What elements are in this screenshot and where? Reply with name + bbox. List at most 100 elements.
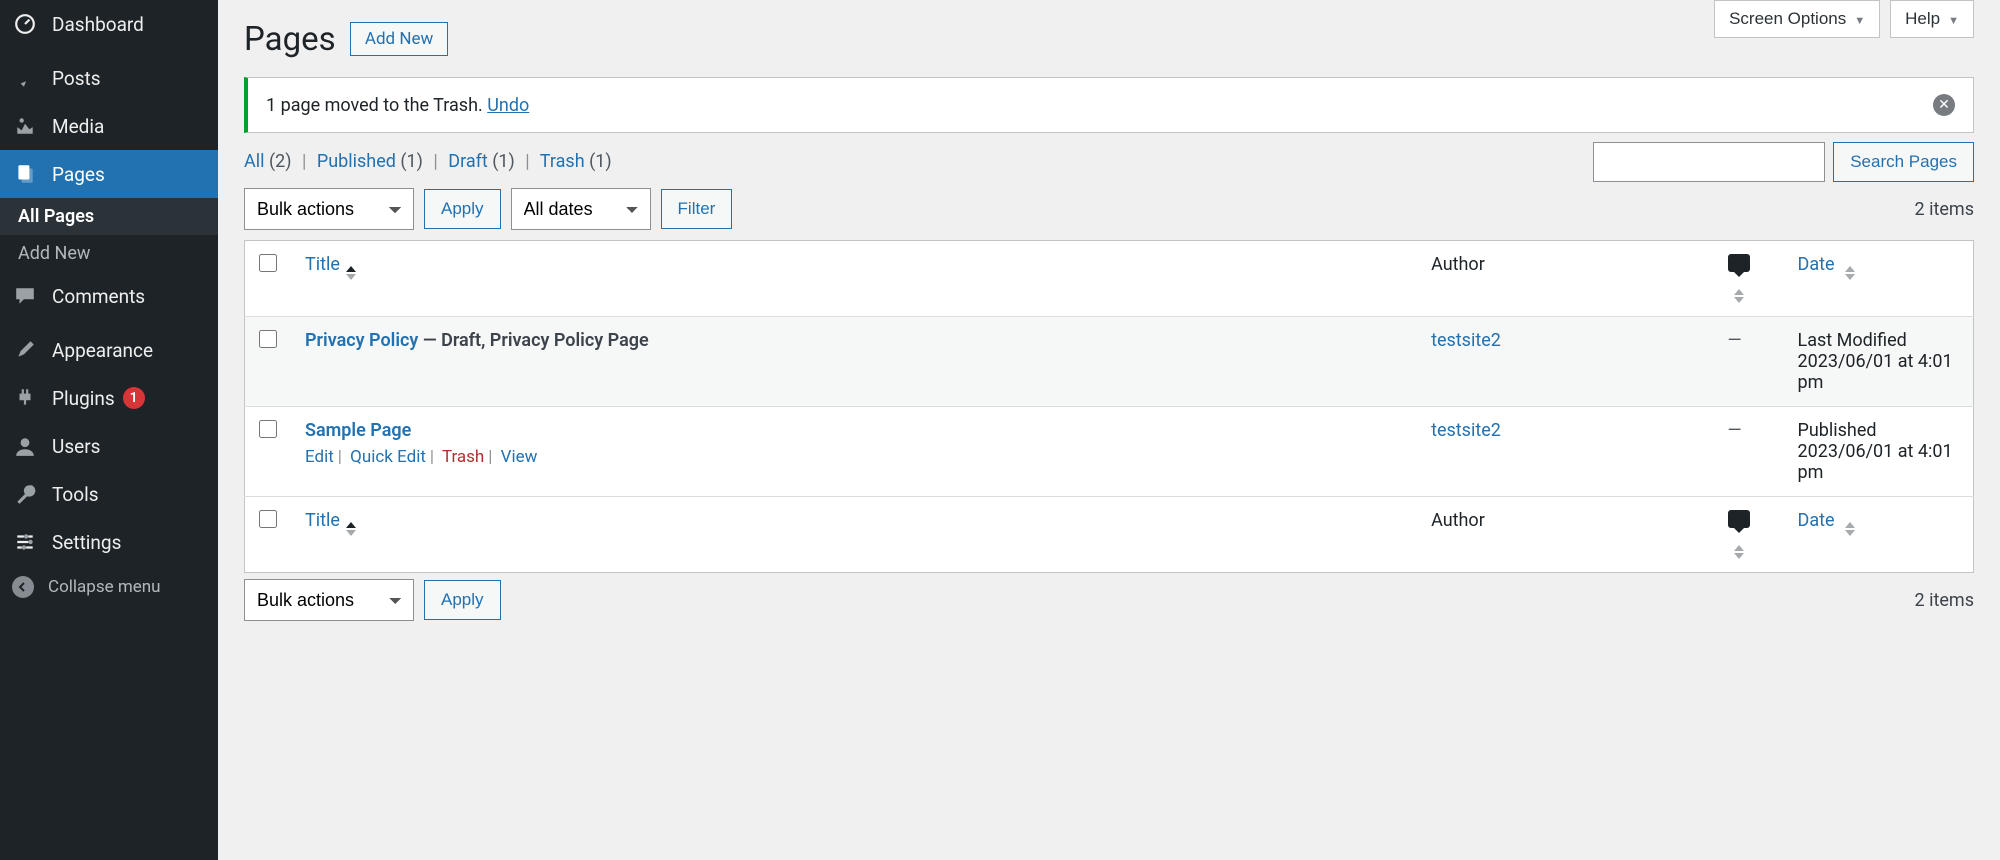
trash-link[interactable]: Trash [442,447,484,467]
search-pages-button[interactable]: Search Pages [1833,142,1974,182]
comment-icon [1728,510,1750,528]
user-icon [12,433,38,459]
sort-icon [346,522,356,536]
chevron-down-icon: ▼ [1854,15,1865,27]
sidebar-label: Posts [52,67,101,90]
filter-all[interactable]: All [244,151,265,172]
collapse-menu[interactable]: Collapse menu [0,566,218,608]
sidebar-item-plugins[interactable]: Plugins 1 [0,374,218,422]
sidebar-label: Dashboard [52,13,144,36]
sidebar-label: Comments [52,285,145,308]
date-filter-select[interactable]: All dates [511,188,651,230]
date-value: 2023/06/01 at 4:01 pm [1798,351,1953,393]
date-label: Published [1798,420,1877,441]
author-link[interactable]: testsite2 [1431,420,1501,441]
quick-edit-link[interactable]: Quick Edit [350,447,426,467]
select-all-checkbox[interactable] [259,254,277,272]
table-row: Privacy Policy — Draft, Privacy Policy P… [245,317,1974,407]
sidebar-label: Media [52,115,104,138]
row-checkbox[interactable] [259,420,277,438]
notice-trash: 1 page moved to the Trash. Undo ✕ [244,77,1974,133]
plugins-badge: 1 [123,387,145,409]
comments-count: — [1728,330,1742,351]
brush-icon [12,337,38,363]
page-state: — Draft, Privacy Policy Page [418,330,648,351]
date-label: Last Modified [1798,330,1907,351]
admin-sidebar: Dashboard Posts Media Pages All Pages Ad… [0,0,218,860]
page-title-link[interactable]: Privacy Policy [305,330,418,351]
collapse-icon [12,576,34,598]
date-value: 2023/06/01 at 4:01 pm [1798,441,1953,483]
col-date[interactable]: Date [1784,497,1974,573]
sidebar-item-tools[interactable]: Tools [0,470,218,518]
sliders-icon [12,529,38,555]
bulk-actions-select[interactable]: Bulk actions [244,188,414,230]
col-author: Author [1417,497,1713,573]
search-input[interactable] [1593,142,1825,182]
edit-link[interactable]: Edit [305,447,334,467]
dismiss-notice-icon[interactable]: ✕ [1933,94,1955,116]
comment-icon [1728,254,1750,272]
view-link[interactable]: View [501,447,538,467]
sidebar-sub-all-pages[interactable]: All Pages [0,198,218,235]
screen-options-button[interactable]: Screen Options▼ [1714,0,1880,38]
main-content: Screen Options▼ Help▼ Pages Add New 1 pa… [218,0,2000,860]
pin-icon [12,65,38,91]
sidebar-item-appearance[interactable]: Appearance [0,326,218,374]
sidebar-sub-add-new[interactable]: Add New [0,235,218,272]
item-count: 2 items [1915,199,1974,220]
sidebar-label: Users [52,435,100,458]
sort-icon [1845,522,1855,536]
table-row: Sample Page Edit| Quick Edit| Trash| Vie… [245,407,1974,497]
select-all-checkbox-bottom[interactable] [259,510,277,528]
pages-icon [12,161,38,187]
sidebar-label: Tools [52,483,99,506]
col-date[interactable]: Date [1784,241,1974,317]
sidebar-item-pages[interactable]: Pages [0,150,218,198]
sidebar-item-comments[interactable]: Comments [0,272,218,320]
media-icon [12,113,38,139]
author-link[interactable]: testsite2 [1431,330,1501,351]
comments-count: — [1728,420,1742,441]
filter-trash[interactable]: Trash [540,151,585,172]
col-comments[interactable] [1714,241,1784,317]
filter-draft[interactable]: Draft [448,151,488,172]
sort-icon [1734,289,1744,303]
col-comments[interactable] [1714,497,1784,573]
row-checkbox[interactable] [259,330,277,348]
item-count-bottom: 2 items [1915,590,1974,611]
filter-published[interactable]: Published [317,151,396,172]
apply-button[interactable]: Apply [424,189,501,229]
filter-button[interactable]: Filter [661,189,733,229]
undo-link[interactable]: Undo [487,95,529,116]
sidebar-item-users[interactable]: Users [0,422,218,470]
sidebar-item-dashboard[interactable]: Dashboard [0,0,218,48]
sidebar-label: Plugins [52,387,115,410]
chevron-down-icon: ▼ [1948,15,1959,27]
sidebar-item-settings[interactable]: Settings [0,518,218,566]
dashboard-icon [12,11,38,37]
sort-icon [1845,266,1855,280]
col-author: Author [1417,241,1713,317]
sort-icon [1734,545,1744,559]
page-title: Pages [244,20,336,59]
plugin-icon [12,385,38,411]
bulk-actions-select-bottom[interactable]: Bulk actions [244,579,414,621]
col-title[interactable]: Title [291,241,1417,317]
sidebar-item-posts[interactable]: Posts [0,54,218,102]
sidebar-item-media[interactable]: Media [0,102,218,150]
apply-button-bottom[interactable]: Apply [424,580,501,620]
comment-icon [12,283,38,309]
add-new-button[interactable]: Add New [350,22,448,56]
sidebar-label: Settings [52,531,121,554]
col-title[interactable]: Title [291,497,1417,573]
pages-table: Title Author Date Privacy Policy — Draft… [244,240,1974,573]
notice-text: 1 page moved to the Trash. [266,95,487,116]
sidebar-label: Appearance [52,339,153,362]
help-button[interactable]: Help▼ [1890,0,1974,38]
page-title-link[interactable]: Sample Page [305,420,411,441]
sidebar-label: Pages [52,163,105,186]
row-actions: Edit| Quick Edit| Trash| View [305,447,1403,467]
wrench-icon [12,481,38,507]
sort-icon [346,266,356,280]
